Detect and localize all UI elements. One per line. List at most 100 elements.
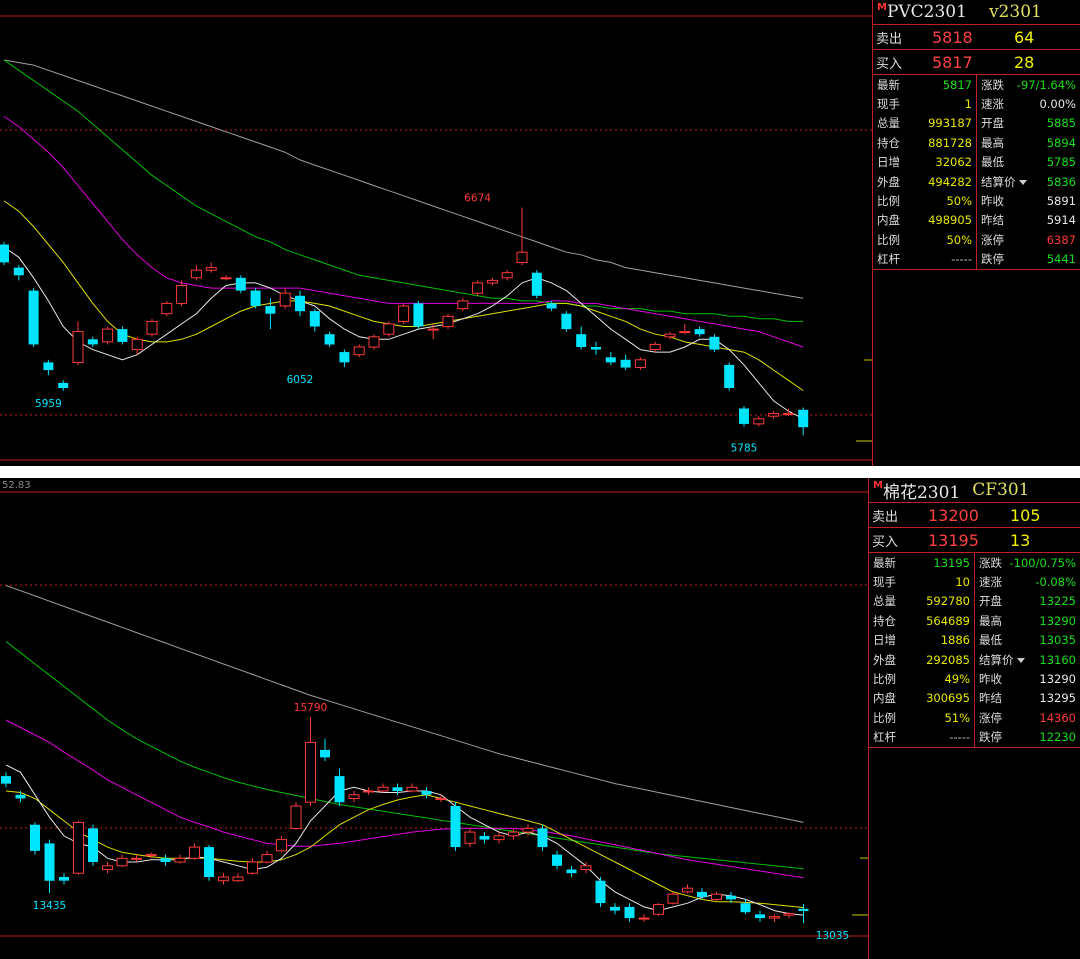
candle-body	[561, 313, 572, 330]
instrument-title: M 棉花2301 CF301	[869, 478, 1080, 503]
stat-label: 结算价	[979, 652, 1025, 668]
stat-row: 日增 32062	[873, 153, 976, 172]
instrument-name: 棉花2301	[882, 482, 961, 503]
candle-body	[566, 869, 577, 874]
stat-label: 跌停	[979, 730, 1002, 745]
stat-value: 5891	[1046, 194, 1076, 209]
corner-value-label: 52.83	[2, 480, 31, 491]
candle-body	[546, 303, 557, 309]
stat-value: 5836	[1046, 174, 1076, 189]
stat-value: 13225	[1039, 594, 1076, 609]
candle-body	[649, 343, 661, 350]
candle-body	[250, 290, 261, 306]
stat-value: 32062	[935, 155, 972, 170]
ma60-line	[5, 585, 804, 823]
stat-label: 总量	[877, 116, 900, 131]
stat-row: 持仓 881728	[873, 133, 976, 152]
dropdown-triangle-icon[interactable]	[1016, 657, 1025, 663]
candle-body	[146, 320, 158, 335]
candle-body	[28, 290, 39, 345]
kline-chart-cotton[interactable]: 15790 13435 13035	[0, 478, 868, 959]
stat-value: 881728	[928, 135, 972, 150]
stat-row: 结算价 13160	[975, 650, 1080, 669]
stat-row: 比例 50%	[873, 191, 976, 210]
stat-label: 涨跌	[979, 555, 1002, 570]
candle-body	[605, 357, 616, 363]
candle-body	[595, 880, 606, 904]
stat-value: 14360	[1039, 710, 1076, 725]
candle-body	[87, 339, 98, 345]
candle-body	[190, 269, 202, 279]
candle-body	[457, 300, 469, 310]
candle-body	[377, 786, 389, 792]
candle-body	[334, 776, 345, 803]
stat-row: 昨收 5891	[977, 191, 1080, 210]
instrument-code: CF301	[972, 480, 1030, 500]
stat-row: 现手 1	[873, 94, 976, 113]
sell-label: 卖出	[872, 509, 899, 525]
candle-body	[782, 413, 794, 416]
stat-row: 内盘 300695	[869, 689, 974, 708]
candle-body	[413, 303, 424, 327]
candle-body	[624, 906, 635, 919]
candle-body	[406, 786, 418, 792]
stat-label: 最高	[981, 135, 1004, 150]
candle-body	[682, 887, 693, 893]
price-extreme-label: 15790	[294, 702, 327, 714]
stat-label: 现手	[877, 97, 900, 112]
candle-body	[667, 893, 679, 904]
stat-row: 持仓 564689	[869, 611, 974, 630]
candle-body	[620, 359, 631, 368]
stat-label: 内盘	[873, 691, 896, 706]
stat-label: 开盘	[981, 116, 1004, 131]
market-marker-icon: M	[873, 480, 883, 491]
stat-label: 速涨	[981, 97, 1004, 112]
candle-body	[610, 906, 620, 911]
candle-body	[43, 362, 54, 371]
stat-row: 涨停 6387	[977, 230, 1080, 249]
candle-body	[204, 847, 214, 877]
stat-label: 比例	[873, 710, 896, 725]
stat-value: 5817	[942, 77, 972, 92]
candle-body	[552, 854, 562, 866]
stat-label: 杠杆	[877, 252, 900, 267]
candle-body	[324, 334, 335, 345]
stat-row: 跌停 5441	[977, 250, 1080, 269]
candle-body	[798, 908, 809, 911]
candle-body	[72, 331, 84, 363]
stat-value: 498905	[928, 213, 972, 228]
candle-body	[15, 794, 26, 799]
candle-body	[798, 409, 809, 428]
candle-body	[353, 346, 365, 356]
price-extreme-label: 6052	[287, 374, 314, 386]
candle-body	[117, 329, 128, 342]
stats-grid: 最新 5817 现手 1 总量 993187 持仓 881728 日增 32062 外盘 494282…	[873, 75, 1080, 270]
candle-body	[740, 903, 751, 913]
top-panel: 6674 5959 6052 5785 M PVC2301 v2301 卖出 5818…	[0, 0, 1080, 466]
stat-label: 跌停	[981, 252, 1004, 267]
dropdown-triangle-icon[interactable]	[1018, 179, 1027, 185]
stat-value: 5441	[1046, 252, 1076, 267]
candle-body	[450, 806, 461, 848]
stat-row: 比例 49%	[869, 669, 974, 688]
candle-body	[464, 831, 476, 844]
candle-body	[739, 408, 749, 424]
sell-label: 卖出	[876, 31, 903, 47]
stat-value: 50%	[946, 232, 972, 247]
stat-value: 13290	[1039, 672, 1076, 687]
stats-right-column: 涨跌 -100/0.75% 速涨 -0.08% 开盘 13225 最高 13290 最低 1303…	[975, 553, 1080, 747]
candle-body	[755, 914, 765, 919]
ma40-line	[3, 59, 804, 322]
stat-value: 564689	[926, 613, 970, 628]
stat-label: 结算价	[981, 174, 1027, 190]
stat-value: 6387	[1046, 232, 1076, 247]
stat-value: 51%	[944, 710, 970, 725]
candle-body	[0, 244, 9, 263]
buy-price: 13195	[928, 530, 979, 550]
candle-body	[493, 835, 505, 841]
stat-value: 13160	[1039, 652, 1076, 667]
stat-row: 比例 50%	[873, 230, 976, 249]
candle-body	[580, 865, 592, 870]
kline-chart-pvc[interactable]: 6674 5959 6052 5785	[0, 0, 872, 466]
candle-body	[295, 295, 305, 312]
